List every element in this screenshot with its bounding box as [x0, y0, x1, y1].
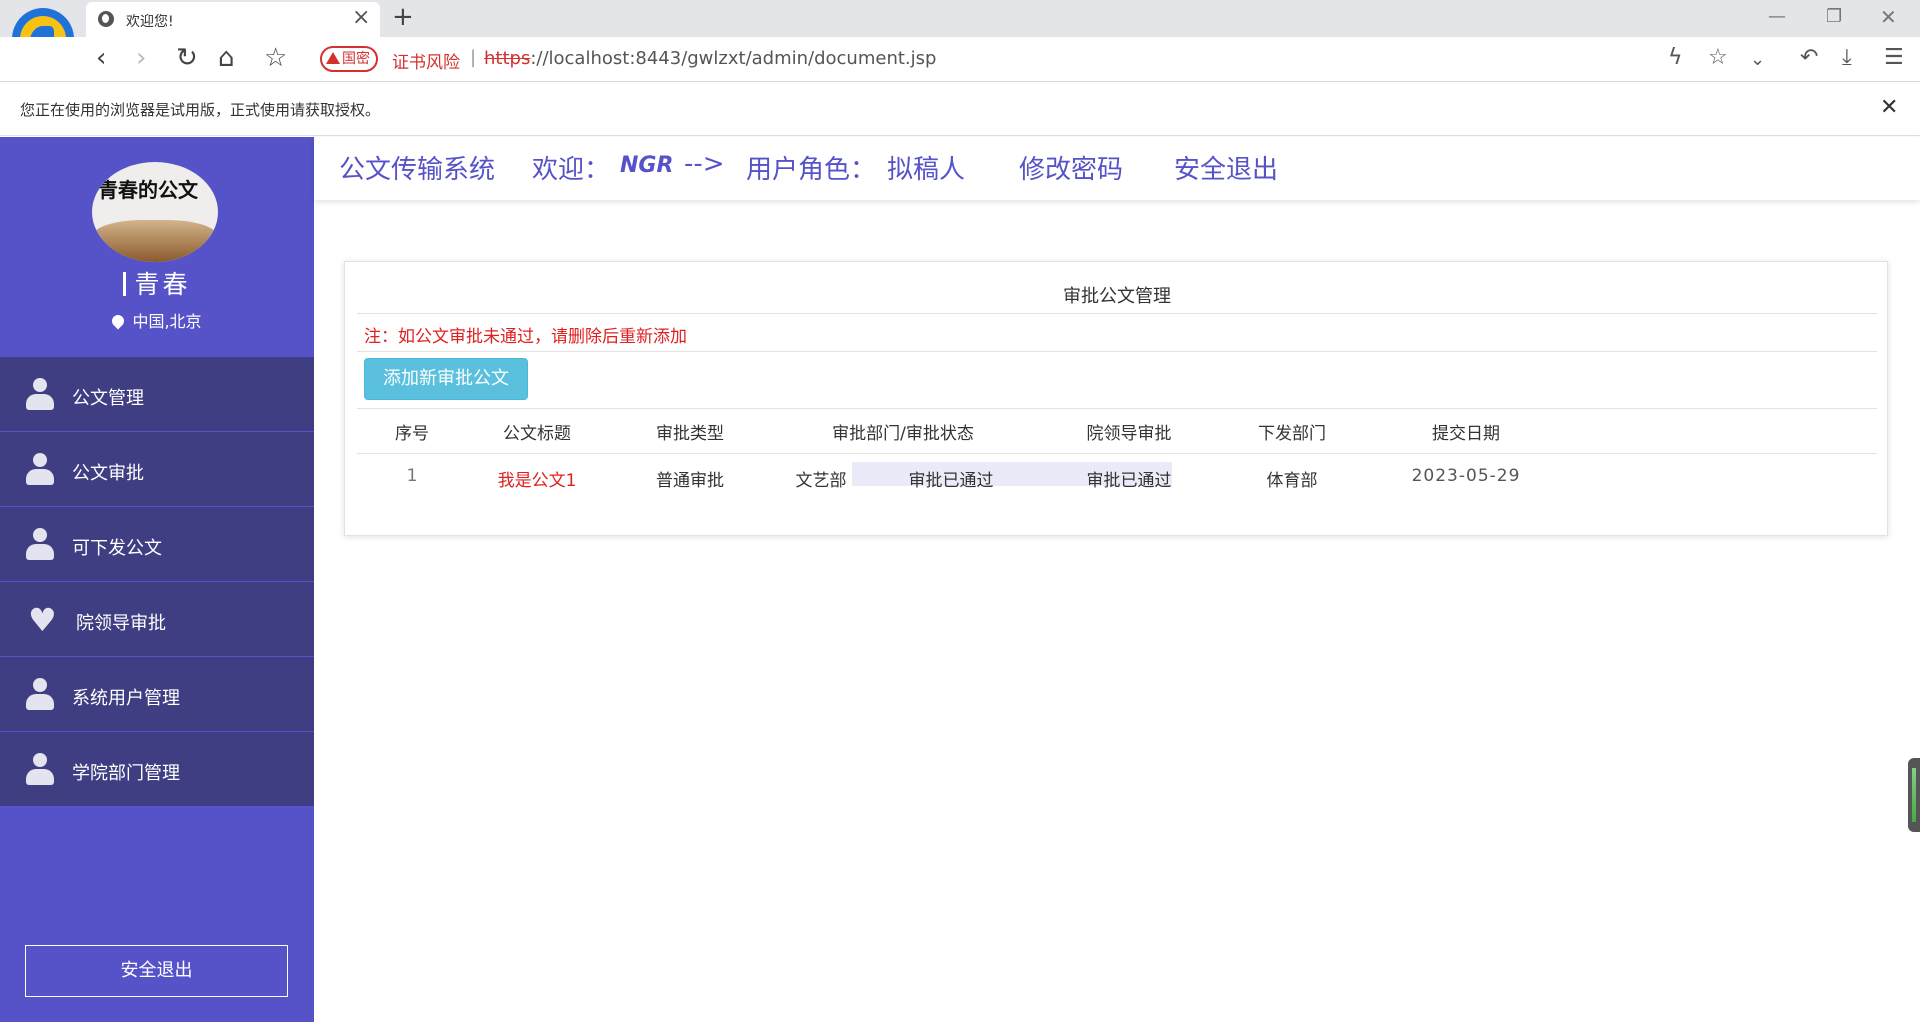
favorite-star-icon[interactable]: ☆ — [1708, 45, 1728, 71]
download-icon[interactable]: ⤓ — [1842, 45, 1852, 71]
tab-title: 欢迎您! — [126, 14, 174, 30]
restore-icon[interactable]: ❐ — [1826, 6, 1842, 28]
divider — [357, 453, 1877, 454]
current-username: NGR — [620, 153, 674, 178]
trial-notice-text: 您正在使用的浏览器是试用版，正式使用请获取授权。 — [20, 101, 381, 119]
table-cell-dept-status: 审批已通过 — [908, 471, 994, 491]
window-close-icon[interactable]: ✕ — [1880, 6, 1897, 28]
security-badge[interactable]: 国密 — [320, 46, 378, 72]
avatar-caption: 青春的公文 — [98, 178, 198, 202]
divider — [357, 408, 1877, 409]
column-header-leader-approval: 院领导审批 — [1086, 424, 1172, 444]
arrow-separator: --> — [684, 149, 725, 179]
home-icon[interactable]: ⌂ — [218, 43, 235, 73]
undo-icon[interactable]: ↶ — [1800, 45, 1818, 71]
person-icon — [26, 453, 54, 485]
top-header: 公文传输系统 欢迎： NGR --> 用户角色： 拟稿人 修改密码 安全退出 — [314, 137, 1920, 200]
sidebar-item-label: 学院部门管理 — [72, 763, 180, 784]
column-header-dept-status: 审批部门/审批状态 — [832, 424, 974, 444]
tab-close-icon[interactable]: × — [352, 6, 370, 30]
sidebar-location: 中国,北京 — [0, 308, 314, 332]
url-scheme: https — [484, 48, 531, 69]
menu-icon[interactable]: ☰ — [1884, 45, 1904, 71]
person-icon — [26, 678, 54, 710]
sidebar-item-user-management[interactable]: 系统用户管理 — [0, 657, 314, 732]
warning-note: 注：如公文审批未通过，请删除后重新添加 — [364, 327, 687, 347]
sidebar-item-document-management[interactable]: 公文管理 — [0, 357, 314, 432]
globe-icon — [98, 11, 114, 27]
column-header-issue-dept: 下发部门 — [1258, 424, 1326, 444]
header-logout-link[interactable]: 安全退出 — [1174, 149, 1278, 186]
new-tab-icon[interactable]: + — [392, 2, 414, 32]
change-password-link[interactable]: 修改密码 — [1019, 149, 1123, 186]
sidebar-user-name: 青春 — [0, 265, 314, 301]
sidebar-item-issuable-documents[interactable]: 可下发公文 — [0, 507, 314, 582]
person-icon — [26, 528, 54, 560]
role-value: 拟稿人 — [887, 155, 966, 185]
panel-title: 审批公文管理 — [1063, 286, 1171, 307]
side-widget-handle[interactable] — [1908, 758, 1920, 832]
sidebar-item-document-approval[interactable]: 公文审批 — [0, 432, 314, 507]
minimize-icon[interactable]: — — [1768, 6, 1786, 28]
back-icon[interactable]: ‹ — [96, 43, 106, 73]
sidebar-item-label: 院领导审批 — [76, 613, 166, 634]
browser-chrome: 欢迎您! × + — ❐ ✕ ‹ › ↻ ⌂ ☆ 国密 证书风险 | https… — [0, 0, 1920, 82]
address-bar: ‹ › ↻ ⌂ ☆ 国密 证书风险 | https://localhost:84… — [0, 37, 1920, 82]
role-label: 用户角色： — [746, 155, 877, 185]
sidebar-menu: 公文管理 公文审批 可下发公文 ♥ 院领导审批 系统用户管理 学院部门管理 — [0, 357, 314, 807]
sidebar-item-department-management[interactable]: 学院部门管理 — [0, 732, 314, 807]
column-header-type: 审批类型 — [656, 424, 724, 444]
divider — [357, 313, 1877, 314]
forward-icon[interactable]: › — [136, 43, 146, 73]
table-cell-leader-status: 审批已通过 — [1086, 471, 1172, 491]
person-icon — [26, 378, 54, 410]
tab-bar: 欢迎您! × + — ❐ ✕ — [0, 0, 1920, 70]
trial-notice-bar: 您正在使用的浏览器是试用版，正式使用请获取授权。 ✕ — [0, 82, 1920, 136]
heart-icon: ♥ — [28, 601, 57, 639]
column-header-date: 提交日期 — [1432, 424, 1500, 444]
column-header-index: 序号 — [395, 424, 429, 444]
sidebar-item-label: 公文管理 — [72, 388, 144, 409]
lightning-icon[interactable]: ϟ — [1668, 45, 1683, 71]
sidebar-item-label: 公文审批 — [72, 463, 144, 484]
sidebar-item-label: 可下发公文 — [72, 538, 162, 559]
avatar: 青春的公文 — [92, 162, 218, 262]
table-cell-index: 1 — [406, 466, 418, 486]
browser-tab[interactable]: 欢迎您! × — [86, 2, 380, 37]
sidebar: 青春的公文 青春 中国,北京 公文管理 公文审批 可下发公文 ♥ 院领导审批 系… — [0, 137, 314, 1022]
bookmark-star-icon[interactable]: ☆ — [264, 43, 287, 73]
location-pin-icon — [109, 312, 127, 330]
book-image — [92, 220, 218, 262]
column-header-title: 公文标题 — [503, 424, 571, 444]
add-approval-document-button[interactable]: 添加新审批公文 — [364, 358, 528, 400]
url-separator: | — [470, 47, 477, 68]
url-field[interactable]: https://localhost:8443/gwlzxt/admin/docu… — [484, 48, 936, 69]
sidebar-logout-button[interactable]: 安全退出 — [25, 945, 288, 997]
url-path: ://localhost:8443/gwlzxt/admin/document.… — [530, 48, 937, 69]
reload-icon[interactable]: ↻ — [176, 43, 198, 73]
sidebar-item-leader-approval[interactable]: ♥ 院领导审批 — [0, 582, 314, 657]
sidebar-item-label: 系统用户管理 — [72, 688, 180, 709]
table-cell-dept: 文艺部 — [795, 471, 847, 491]
table-cell-issue-dept: 体育部 — [1266, 471, 1318, 491]
person-icon — [26, 753, 54, 785]
welcome-label: 欢迎： — [532, 155, 611, 185]
table-cell-title-link[interactable]: 我是公文1 — [498, 466, 577, 491]
chevron-down-icon[interactable]: ⌄ — [1750, 47, 1765, 73]
table-cell-type: 普通审批 — [656, 471, 724, 491]
approval-panel: 审批公文管理 注：如公文审批未通过，请删除后重新添加 添加新审批公文 序号 公文… — [344, 261, 1888, 536]
system-name[interactable]: 公文传输系统 — [339, 149, 495, 186]
warning-icon — [326, 52, 340, 64]
location-text: 中国,北京 — [132, 312, 202, 331]
divider — [357, 351, 1877, 352]
table-cell-date: 2023-05-29 — [1411, 466, 1521, 486]
cert-warning[interactable]: 证书风险 — [392, 48, 460, 73]
notice-close-icon[interactable]: ✕ — [1880, 95, 1898, 120]
